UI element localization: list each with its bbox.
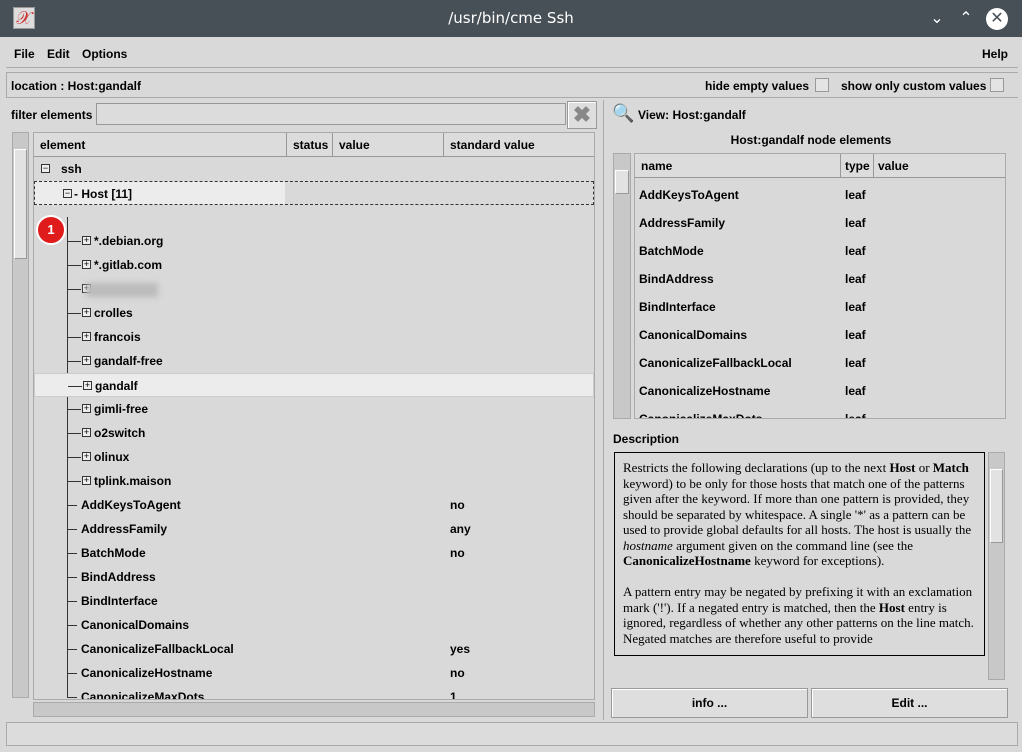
node-element-row[interactable]: CanonicalizeHostname leaf: [635, 376, 1005, 404]
node-element-row[interactable]: AddressFamily leaf: [635, 208, 1005, 236]
tree-vertical-scrollbar[interactable]: [12, 132, 29, 698]
column-element[interactable]: element: [34, 133, 287, 157]
edit-button[interactable]: Edit ...: [811, 688, 1008, 718]
blurred-host: [86, 283, 158, 297]
tree-leaf[interactable]: CanonicalizeFallbackLocal yes: [34, 637, 594, 661]
standard-value: 1: [450, 690, 457, 700]
tree-node-ssh[interactable]: − ssh: [34, 157, 594, 181]
scroll-thumb[interactable]: [615, 170, 629, 194]
tree-node-host-item[interactable]: + *.gitlab.com: [34, 253, 594, 277]
minimize-icon[interactable]: ⌄: [926, 8, 948, 30]
column-value[interactable]: value: [333, 133, 444, 157]
maximize-icon[interactable]: ⌃: [955, 8, 977, 30]
node-element-row[interactable]: CanonicalizeFallbackLocal leaf: [635, 348, 1005, 376]
expand-icon[interactable]: +: [82, 236, 91, 245]
view-subtitle: Host:gandalf node elements: [730, 133, 892, 147]
standard-value: any: [450, 522, 471, 536]
tree-node-host-item[interactable]: + o2switch: [34, 421, 594, 445]
expand-icon[interactable]: +: [82, 332, 91, 341]
menu-options[interactable]: Options: [82, 47, 127, 61]
tree-node-host-item[interactable]: + gimli-free: [34, 397, 594, 421]
menu-help[interactable]: Help: [982, 47, 1008, 61]
node-element-row[interactable]: BindAddress leaf: [635, 264, 1005, 292]
location-bar: location : Host:gandalf hide empty value…: [6, 72, 1018, 98]
magnifier-icon: 🔍: [612, 103, 635, 123]
standard-value: no: [450, 546, 465, 560]
collapse-icon[interactable]: −: [41, 164, 50, 173]
tree-leaf[interactable]: CanonicalizeHostname no: [34, 661, 594, 685]
tree-node-host-item[interactable]: + gandalf-free: [34, 349, 594, 373]
expand-icon[interactable]: +: [82, 260, 91, 269]
element-tree: element status value standard value − ssh…: [33, 132, 595, 700]
node-element-row[interactable]: BatchMode leaf: [635, 236, 1005, 264]
expand-icon[interactable]: +: [82, 476, 91, 485]
menu-file[interactable]: File: [14, 47, 35, 61]
pane-splitter[interactable]: [603, 100, 604, 720]
description-paragraph: A pattern entry may be negated by prefix…: [623, 584, 974, 646]
expand-icon[interactable]: +: [82, 404, 91, 413]
node-element-row[interactable]: CanonicalDomains leaf: [635, 320, 1005, 348]
node-elements-table: name type value AddKeysToAgent leaf Addres…: [634, 153, 1006, 419]
tree-node-host-item[interactable]: + tplink.maison: [34, 469, 594, 493]
clear-x-icon[interactable]: ✖: [567, 101, 597, 129]
menu-bar: File Edit Options Help: [6, 40, 1018, 68]
expand-icon[interactable]: +: [82, 452, 91, 461]
filter-input[interactable]: [96, 103, 566, 125]
tree-leaf[interactable]: AddKeysToAgent no: [34, 493, 594, 517]
description-text: Restricts the following declarations (up…: [614, 452, 985, 656]
tree-horizontal-scrollbar[interactable]: [33, 702, 595, 717]
tree-node-host-item[interactable]: + gandalf: [34, 373, 594, 397]
description-paragraph: Restricts the following declarations (up…: [623, 460, 972, 568]
standard-value: no: [450, 666, 465, 680]
hide-empty-label: hide empty values: [705, 79, 810, 93]
description-scrollbar[interactable]: [988, 452, 1005, 680]
standard-value: no: [450, 498, 465, 512]
info-button[interactable]: info ...: [611, 688, 808, 718]
expand-icon[interactable]: +: [82, 356, 91, 365]
view-vertical-scrollbar[interactable]: [613, 153, 631, 419]
menu-edit[interactable]: Edit: [47, 47, 70, 61]
standard-value: yes: [450, 642, 471, 656]
tree-leaf[interactable]: BindInterface: [34, 589, 594, 613]
location-label: location : Host:gandalf: [11, 79, 141, 93]
view-title: View: Host:gandalf: [638, 108, 746, 122]
show-custom-label: show only custom values: [841, 79, 987, 93]
tree-node-host-item[interactable]: +: [34, 277, 594, 301]
title-bar: 𝒳 /usr/bin/cme Ssh ⌄ ⌃ ✕: [0, 0, 1022, 37]
scroll-thumb[interactable]: [14, 149, 27, 259]
node-element-row[interactable]: CanonicalizeMaxDots leaf: [635, 404, 1005, 418]
column-value[interactable]: value: [874, 154, 1005, 178]
filter-label: filter elements: [11, 108, 93, 122]
node-element-row[interactable]: AddKeysToAgent leaf: [635, 180, 1005, 208]
tree-node-host-item[interactable]: + francois: [34, 325, 594, 349]
tree-node-host[interactable]: − - Host [11]: [34, 181, 594, 205]
close-icon[interactable]: ✕: [986, 8, 1008, 30]
expand-icon[interactable]: +: [82, 428, 91, 437]
column-standard-value[interactable]: standard value: [444, 133, 594, 157]
show-custom-checkbox[interactable]: [990, 78, 1004, 92]
tree-leaf[interactable]: BatchMode no: [34, 541, 594, 565]
column-status[interactable]: status: [287, 133, 333, 157]
column-name[interactable]: name: [635, 154, 841, 178]
collapse-icon[interactable]: −: [63, 189, 72, 198]
tree-leaf[interactable]: BindAddress: [34, 565, 594, 589]
window-title: /usr/bin/cme Ssh: [448, 9, 574, 27]
status-bar: [6, 722, 1018, 746]
scroll-thumb[interactable]: [990, 469, 1003, 543]
tree-leaf[interactable]: CanonicalDomains: [34, 613, 594, 637]
node-element-row[interactable]: BindInterface leaf: [635, 292, 1005, 320]
annotation-badge: 1: [36, 215, 66, 245]
column-type[interactable]: type: [841, 154, 874, 178]
expand-icon[interactable]: +: [83, 381, 92, 390]
tree-leaf[interactable]: AddressFamily any: [34, 517, 594, 541]
tree-leaf[interactable]: CanonicalizeMaxDots 1: [34, 685, 594, 700]
description-label: Description: [613, 432, 680, 446]
expand-icon[interactable]: +: [82, 308, 91, 317]
tree-node-host-item[interactable]: + crolles: [34, 301, 594, 325]
hide-empty-checkbox[interactable]: [815, 78, 829, 92]
tree-node-host-item[interactable]: + olinux: [34, 445, 594, 469]
tree-node-host-item[interactable]: + *.debian.org: [34, 229, 594, 253]
